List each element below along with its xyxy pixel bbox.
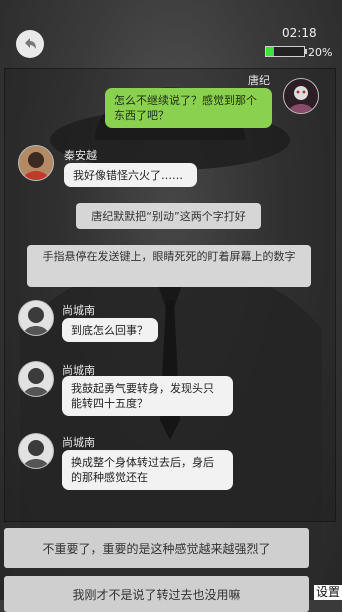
choice-button-1[interactable]: 不重要了，重要的是这种感觉越来越强烈了 bbox=[4, 528, 309, 568]
avatar bbox=[18, 300, 54, 336]
top-bar: 02:18 20% bbox=[0, 0, 342, 68]
chat-bubble: 怎么不继续说了？感觉到那个东西了吧？ bbox=[105, 88, 272, 128]
settings-label[interactable]: 设置 bbox=[314, 585, 342, 600]
chat-bubble: 换成整个身体转过去后，身后的那种感觉还在 bbox=[62, 450, 233, 490]
sender-name: 秦安越 bbox=[64, 149, 97, 162]
choice-button-2[interactable]: 我刚才不是说了转过去也没用嘛 bbox=[4, 576, 309, 612]
clock: 02:18 bbox=[282, 26, 317, 40]
chat-bubble: 我好像错怪六火了…… bbox=[64, 163, 197, 187]
narration-box: 唐纪默默把“别动”这两个字打好 bbox=[76, 203, 261, 229]
back-button[interactable] bbox=[16, 30, 44, 58]
battery-icon bbox=[265, 45, 307, 59]
sender-name: 尚城南 bbox=[62, 304, 95, 317]
avatar bbox=[18, 433, 54, 469]
back-arrow-icon bbox=[25, 38, 36, 49]
avatar bbox=[283, 78, 319, 114]
narration-box: 手指悬停在发送键上，眼睛死死的盯着屏幕上的数字 bbox=[27, 245, 311, 287]
avatar bbox=[18, 361, 54, 397]
sender-name: 唐纪 bbox=[248, 74, 270, 87]
chat-bubble: 到底怎么回事？ bbox=[62, 318, 158, 342]
avatar bbox=[18, 145, 54, 181]
chat-bubble: 我鼓起勇气要转身，发现头只能转四十五度？ bbox=[62, 376, 233, 416]
sender-name: 尚城南 bbox=[62, 436, 95, 449]
battery-percent: 20% bbox=[308, 46, 333, 59]
